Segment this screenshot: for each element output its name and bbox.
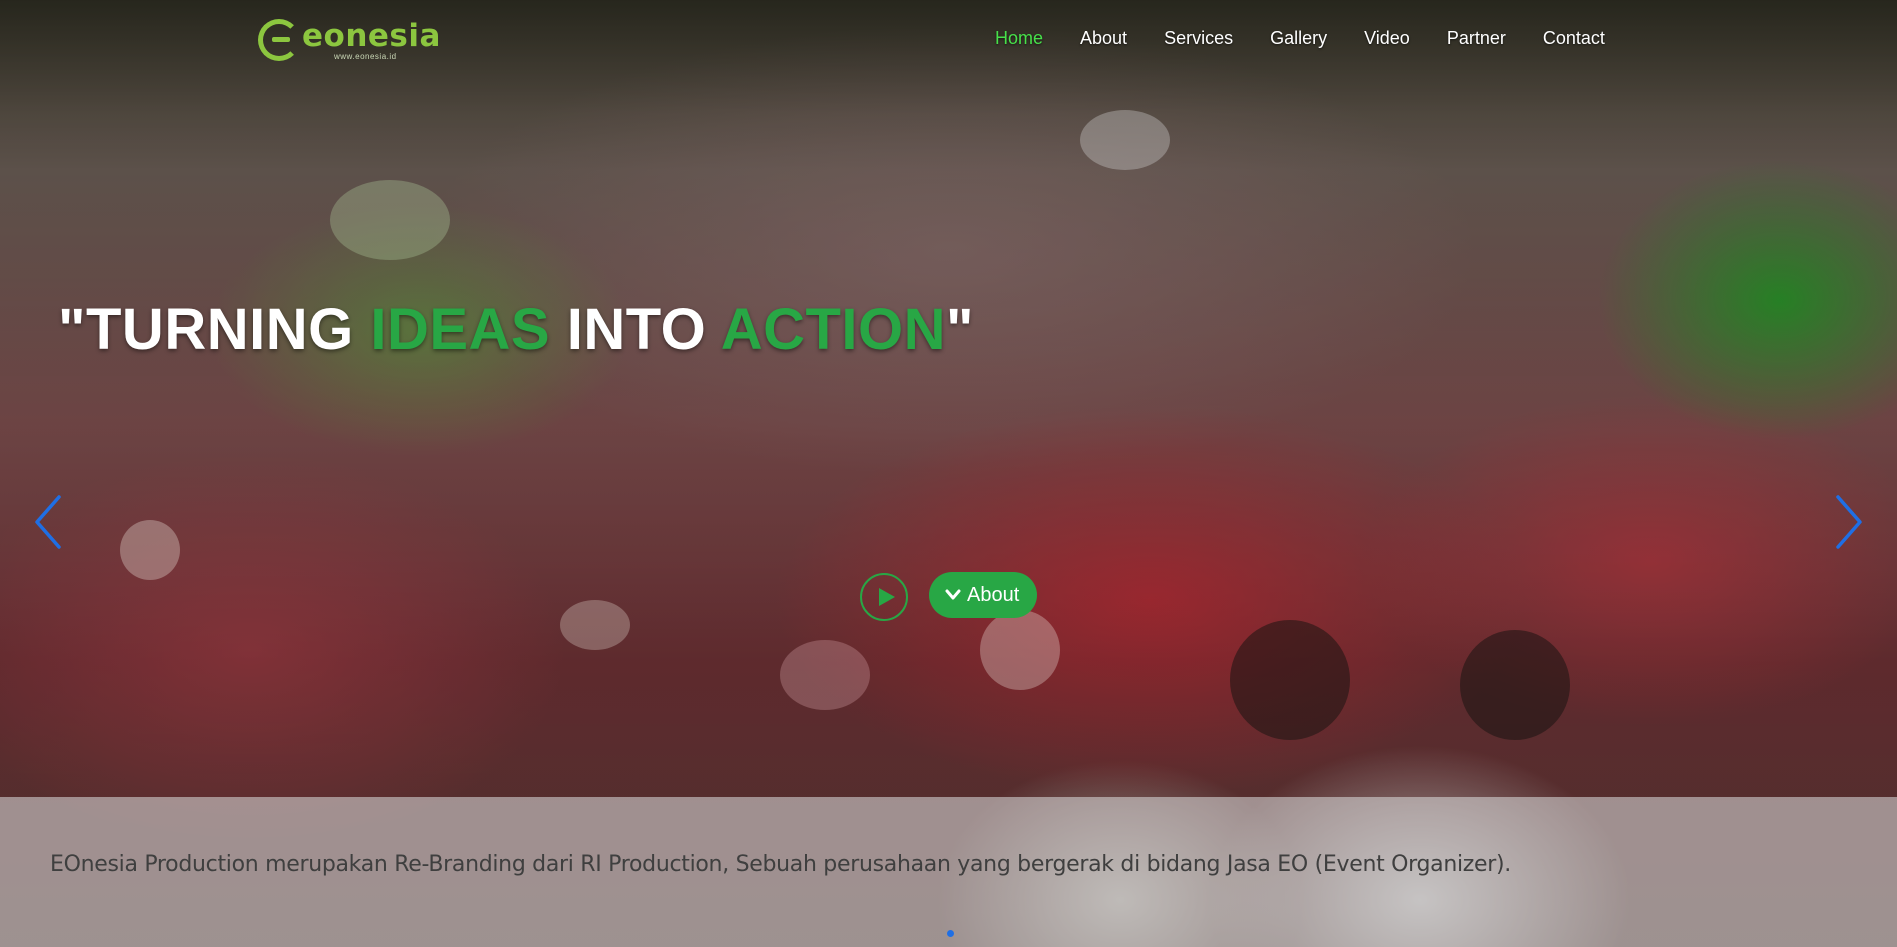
nav-home[interactable]: Home xyxy=(995,28,1043,49)
headline-open-quote: " xyxy=(58,297,86,362)
slide-indicator-dot[interactable] xyxy=(947,930,954,937)
nav-gallery[interactable]: Gallery xyxy=(1270,28,1327,49)
logo-mark-icon xyxy=(258,19,300,61)
nav-video[interactable]: Video xyxy=(1364,28,1410,49)
top-navbar: eonesia www.eonesia.id Home About Servic… xyxy=(0,0,1897,84)
slider-next-button[interactable] xyxy=(1834,493,1864,551)
crowd-texture xyxy=(120,520,180,580)
crowd-texture xyxy=(560,600,630,650)
chevron-right-icon xyxy=(1836,495,1862,549)
hero-caption: EOnesia Production merupakan Re-Branding… xyxy=(50,852,1511,877)
crowd-texture xyxy=(1460,630,1570,740)
hero-headline: "TURNING IDEAS INTO ACTION" xyxy=(58,296,974,363)
crowd-texture xyxy=(330,180,450,260)
main-nav: Home About Services Gallery Video Partne… xyxy=(995,28,1605,49)
chevron-left-icon xyxy=(35,495,61,549)
nav-about[interactable]: About xyxy=(1080,28,1127,49)
logo-wordmark: eonesia xyxy=(302,17,441,54)
chevron-down-icon xyxy=(945,589,961,600)
play-icon xyxy=(878,588,895,606)
site-logo[interactable]: eonesia www.eonesia.id xyxy=(258,14,440,66)
nav-partner[interactable]: Partner xyxy=(1447,28,1506,49)
headline-word-ideas: IDEAS xyxy=(370,297,551,362)
headline-word-turning: TURNING xyxy=(86,297,354,362)
nav-contact[interactable]: Contact xyxy=(1543,28,1605,49)
crowd-texture xyxy=(780,640,870,710)
headline-word-action: ACTION xyxy=(720,297,947,362)
logo-url: www.eonesia.id xyxy=(334,51,397,61)
about-button-label: About xyxy=(967,583,1020,606)
play-video-button[interactable] xyxy=(860,573,908,621)
headline-close-quote: " xyxy=(946,297,975,362)
crowd-texture xyxy=(1230,620,1350,740)
crowd-texture xyxy=(980,610,1060,690)
slider-prev-button[interactable] xyxy=(33,493,63,551)
headline-word-into: INTO xyxy=(566,297,707,362)
crowd-texture xyxy=(1080,110,1170,170)
nav-services[interactable]: Services xyxy=(1164,28,1233,49)
about-button[interactable]: About xyxy=(929,572,1038,618)
